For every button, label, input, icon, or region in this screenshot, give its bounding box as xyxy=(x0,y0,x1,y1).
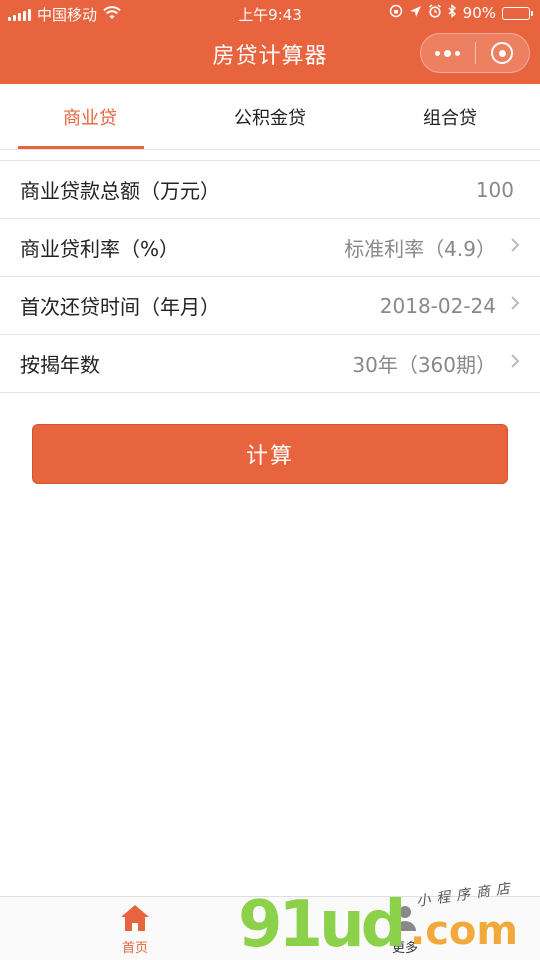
interest-rate-row[interactable]: 商业贷利率（%） 标准利率（4.9） xyxy=(0,219,540,277)
tab-provident-fund-loan[interactable]: 公积金贷 xyxy=(180,84,360,149)
more-button[interactable] xyxy=(421,34,475,72)
tab-combined-loan[interactable]: 组合贷 xyxy=(360,84,540,149)
location-arrow-icon xyxy=(409,4,422,22)
first-repayment-date-label: 首次还贷时间（年月） xyxy=(20,295,220,319)
battery-icon xyxy=(502,6,533,20)
alarm-icon xyxy=(428,4,442,22)
status-bar: 中国移动 上午9:43 90% xyxy=(0,0,540,28)
status-right: 90% xyxy=(389,4,533,22)
user-icon xyxy=(389,903,421,933)
interest-rate-label: 商业贷利率（%） xyxy=(20,237,180,261)
mortgage-years-value: 30年（360期） xyxy=(352,353,496,377)
first-repayment-date-row[interactable]: 首次还贷时间（年月） 2018-02-24 xyxy=(0,277,540,335)
miniprogram-capsule xyxy=(420,33,530,73)
battery-percent: 90% xyxy=(462,4,496,22)
tabbar-item-more[interactable]: 更多 xyxy=(345,903,465,956)
rotation-lock-icon xyxy=(389,4,403,22)
bluetooth-icon xyxy=(448,4,457,22)
chevron-right-icon xyxy=(510,353,520,374)
chevron-right-icon xyxy=(510,237,520,258)
bottom-tab-bar: 首页 更多 xyxy=(0,896,540,960)
loan-amount-label: 商业贷款总额（万元） xyxy=(20,179,220,203)
loan-form: 商业贷款总额（万元） 100 商业贷利率（%） 标准利率（4.9） 首次还贷时间… xyxy=(0,160,540,393)
chevron-right-icon xyxy=(510,295,520,316)
more-dots-icon xyxy=(435,49,461,57)
loan-amount-row[interactable]: 商业贷款总额（万元） 100 xyxy=(0,161,540,219)
close-target-icon xyxy=(491,42,514,64)
loan-type-tabs: 商业贷 公积金贷 组合贷 xyxy=(0,84,540,150)
first-repayment-date-value: 2018-02-24 xyxy=(379,293,496,318)
interest-rate-value: 标准利率（4.9） xyxy=(344,237,496,261)
loan-amount-input[interactable]: 100 xyxy=(476,178,514,202)
mortgage-years-row[interactable]: 按揭年数 30年（360期） xyxy=(0,335,540,393)
tabbar-item-home[interactable]: 首页 xyxy=(75,903,195,956)
tabbar-home-label: 首页 xyxy=(121,941,148,956)
tab-commercial-loan[interactable]: 商业贷 xyxy=(0,84,180,149)
close-button[interactable] xyxy=(476,34,530,72)
home-icon xyxy=(119,903,151,933)
tabbar-more-label: 更多 xyxy=(391,941,418,956)
calculate-button[interactable]: 计算 xyxy=(32,424,508,484)
header: 中国移动 上午9:43 90% 房贷计算器 xyxy=(0,0,540,84)
mortgage-years-label: 按揭年数 xyxy=(20,353,100,377)
